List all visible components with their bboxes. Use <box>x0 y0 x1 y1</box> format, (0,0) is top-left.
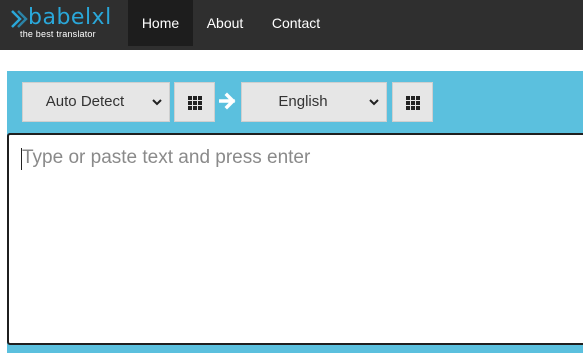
source-language-label: Auto Detect <box>45 93 125 110</box>
logo-mark-icon <box>11 10 28 28</box>
chevron-down-icon <box>152 99 162 106</box>
source-language-select[interactable]: Auto Detect <box>22 82 170 122</box>
nav-about[interactable]: About <box>195 0 255 46</box>
nav-contact[interactable]: Contact <box>262 0 330 46</box>
source-text-input[interactable]: Type or paste text and press enter <box>7 133 583 345</box>
top-navbar: babelxl the best translator Home About C… <box>0 0 583 50</box>
nav-home[interactable]: Home <box>128 0 193 46</box>
target-language-label: English <box>278 93 328 110</box>
source-language-grid-button[interactable] <box>174 82 215 122</box>
chevron-down-icon <box>369 99 379 106</box>
arrow-right-icon[interactable] <box>219 92 237 110</box>
grid-icon <box>406 96 420 110</box>
brand-tagline: the best translator <box>20 29 96 39</box>
grid-icon <box>188 96 202 110</box>
target-language-select[interactable]: English <box>241 82 387 122</box>
brand-name: babelxl <box>28 5 112 30</box>
target-language-grid-button[interactable] <box>392 82 433 122</box>
brand-logo[interactable]: babelxl the best translator <box>10 5 120 45</box>
input-placeholder: Type or paste text and press enter <box>22 147 311 168</box>
